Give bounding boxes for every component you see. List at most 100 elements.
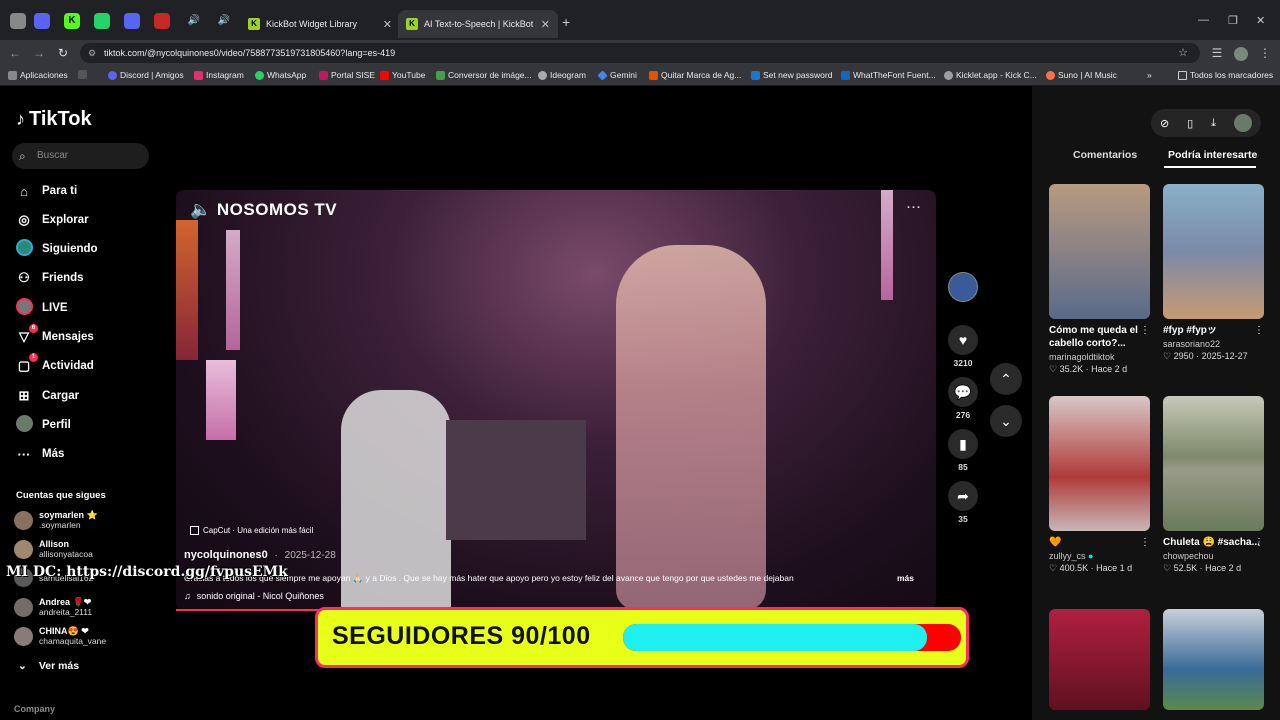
company-link[interactable]: Company bbox=[14, 704, 55, 714]
recommended-video-card[interactable]: 🧡 ⋮ zullyy_cs ● ♡ 400.5K · Hace 1 d bbox=[1049, 396, 1150, 574]
bookmark-gemini[interactable]: Gemini bbox=[597, 69, 637, 81]
following-account[interactable]: CHINA😍 ❤ chamaquita_vane bbox=[14, 626, 106, 646]
recommended-video-card[interactable] bbox=[1049, 609, 1150, 710]
video-sound[interactable]: ♫ sonido original - Nicol Quiñones bbox=[184, 591, 324, 601]
browser-menu-icon[interactable]: ⋮ bbox=[1256, 44, 1274, 62]
share-button[interactable]: ➦ 35 bbox=[947, 481, 979, 524]
pinned-tab-icon[interactable] bbox=[124, 13, 140, 29]
profile-avatar[interactable] bbox=[1232, 44, 1250, 62]
video-author[interactable]: nycolquinones0 · 2025-12-28 bbox=[184, 549, 336, 561]
card-more-icon[interactable]: ⋮ bbox=[1140, 536, 1150, 549]
like-button[interactable]: ♥ 3210 bbox=[947, 325, 979, 368]
bookmark-watermark[interactable]: Quitar Marca de Ag... bbox=[649, 70, 741, 80]
close-tab-icon[interactable]: ✕ bbox=[541, 18, 550, 31]
audio-tab-icon[interactable]: 🔊 bbox=[216, 13, 232, 29]
tab-comentarios[interactable]: Comentarios bbox=[1073, 149, 1137, 161]
audio-tab-icon[interactable]: 🔊 bbox=[186, 13, 202, 29]
reload-icon[interactable]: ↻ bbox=[54, 44, 72, 62]
compass-icon[interactable]: ⊘ bbox=[1160, 117, 1169, 130]
nav-item-cargar[interactable]: ⊞ Cargar bbox=[16, 386, 80, 406]
discord-pinned-icon[interactable] bbox=[34, 13, 50, 29]
card-user: marinagoldtiktok bbox=[1049, 352, 1115, 362]
user-avatar[interactable] bbox=[1233, 114, 1252, 132]
speaker-icon[interactable]: 🔈 bbox=[190, 200, 212, 219]
new-tab-button[interactable]: + bbox=[562, 14, 570, 30]
recommended-video-card[interactable] bbox=[1163, 609, 1264, 710]
nav-item-mas[interactable]: ··· Más bbox=[16, 444, 65, 464]
bookmark-whatthefont[interactable]: WhatTheFont Fuent... bbox=[841, 70, 936, 80]
close-window-button[interactable]: ✕ bbox=[1256, 14, 1265, 27]
bookmark-star-icon[interactable]: ☆ bbox=[1178, 43, 1188, 63]
bookmark-suno[interactable]: Suno | AI Music bbox=[1046, 70, 1117, 80]
following-account[interactable]: soymarlen ⭐ .soymarlen bbox=[14, 510, 98, 530]
card-meta: ♡ 400.5K · Hace 1 d bbox=[1049, 563, 1133, 573]
nav-item-friends[interactable]: ⚇ Friends bbox=[16, 268, 83, 288]
bookmark-discord[interactable]: Discord | Amigos bbox=[108, 70, 184, 80]
share-icon: ➦ bbox=[948, 481, 978, 511]
video-player[interactable] bbox=[176, 190, 936, 610]
bookmark-kicklet[interactable]: Kicklet.app - Kick C... bbox=[944, 70, 1037, 80]
bookmark-sise[interactable]: Portal SISE bbox=[319, 70, 375, 80]
nav-item-siguiendo[interactable]: Siguiendo bbox=[16, 239, 98, 259]
site-info-icon[interactable]: ⚙ bbox=[88, 43, 96, 63]
recommended-video-card[interactable]: Cómo me queda el cabello corto?... ⋮ mari… bbox=[1049, 184, 1150, 375]
all-bookmarks-folder[interactable]: Todos los marcadores bbox=[1178, 70, 1273, 80]
nav-item-live[interactable]: LIVE bbox=[16, 298, 68, 318]
kick-pinned-icon[interactable]: K bbox=[64, 13, 80, 29]
save-button[interactable]: ▮ 85 bbox=[947, 429, 979, 472]
nav-item-perfil[interactable]: Perfil bbox=[16, 415, 71, 435]
nav-item-explorar[interactable]: ◎ Explorar bbox=[16, 210, 88, 230]
follower-goal-widget: SEGUIDORES 90/100 bbox=[315, 607, 969, 668]
following-account[interactable]: Andrea 🌹❤ andreita_2111 bbox=[14, 597, 92, 617]
browser-tab-active[interactable]: K AI Text-to-Speech | KickBot ✕ bbox=[398, 10, 558, 38]
pinned-tab-icon[interactable] bbox=[10, 13, 26, 29]
bookmark-youtube[interactable]: YouTube bbox=[380, 70, 425, 80]
close-tab-icon[interactable]: ✕ bbox=[383, 18, 392, 31]
bookmark-instagram[interactable]: Instagram bbox=[194, 70, 244, 80]
url-input[interactable]: ⚙ tiktok.com/@nycolquinones0/video/75887… bbox=[80, 43, 1200, 63]
browser-tab[interactable]: K KickBot Widget Library ✕ bbox=[240, 10, 400, 38]
whatsapp-pinned-icon[interactable] bbox=[94, 13, 110, 29]
bookmarks-bar: Aplicaciones Discord | Amigos Instagram … bbox=[0, 66, 1280, 86]
bookmarks-more-button[interactable]: » bbox=[1147, 70, 1152, 80]
avatar bbox=[14, 539, 33, 559]
concierto-talento-logo bbox=[786, 550, 926, 590]
tab-podria-interesarte[interactable]: Podría interesarte bbox=[1168, 149, 1257, 161]
bookmark-ideogram[interactable]: Ideogram bbox=[538, 70, 586, 80]
bookmark-apps[interactable]: Aplicaciones bbox=[8, 70, 68, 80]
download-icon[interactable]: ⤓ bbox=[1211, 117, 1216, 130]
recommended-video-card[interactable]: #fyp #fypッ ⋮ sarasoriano22 ♡ 2950 · 2025-… bbox=[1163, 184, 1264, 362]
back-icon[interactable]: ← bbox=[6, 44, 24, 62]
nav-item-mensajes[interactable]: ▽ 6 Mensajes bbox=[16, 324, 94, 347]
bookmark-whatsapp[interactable]: WhatsApp bbox=[255, 70, 306, 80]
previous-video-button[interactable]: ⌃ bbox=[990, 363, 1022, 395]
avatar bbox=[14, 510, 33, 530]
creator-avatar[interactable] bbox=[947, 272, 979, 302]
top-action-icons: ⊘ ▯ ⤓ bbox=[1151, 109, 1261, 137]
capcut-tag[interactable]: CapCut · Una edición más fácil bbox=[190, 526, 313, 535]
forward-icon[interactable]: → bbox=[30, 44, 48, 62]
video-more-icon[interactable]: ··· bbox=[906, 198, 921, 215]
bookmark-grid[interactable] bbox=[78, 70, 87, 79]
restore-button[interactable]: ❐ bbox=[1228, 14, 1238, 27]
pinned-tab-icon[interactable] bbox=[154, 13, 170, 29]
recommended-video-card[interactable]: Chuleta 😩 #sacha... ⋮ chowpechou ♡ 52.5K … bbox=[1163, 396, 1264, 574]
next-video-button[interactable]: ⌄ bbox=[990, 405, 1022, 437]
live-avatar-icon bbox=[16, 298, 33, 318]
bookmark-password[interactable]: Set new password bbox=[751, 70, 832, 80]
more-link[interactable]: más bbox=[897, 573, 914, 583]
search-input[interactable]: ⌕ Buscar bbox=[12, 143, 149, 169]
card-more-icon[interactable]: ⋮ bbox=[1254, 324, 1264, 337]
card-more-icon[interactable]: ⋮ bbox=[1140, 324, 1150, 337]
see-more-button[interactable]: ⌄ Ver más bbox=[18, 660, 79, 672]
minimize-button[interactable]: — bbox=[1198, 14, 1209, 26]
phone-icon[interactable]: ▯ bbox=[1187, 117, 1193, 130]
following-account[interactable]: Allison allisonyatacoa bbox=[14, 539, 93, 559]
nav-item-para-ti[interactable]: ⌂ Para ti bbox=[16, 181, 77, 201]
bookmark-converter[interactable]: Conversor de imáge... bbox=[436, 70, 532, 80]
card-more-icon[interactable]: ⋮ bbox=[1254, 536, 1264, 549]
tiktok-logo[interactable]: ♪ TikTok bbox=[16, 108, 92, 131]
nav-item-actividad[interactable]: ▢ 1 Actividad bbox=[16, 353, 94, 376]
reading-list-icon[interactable]: ☰ bbox=[1208, 44, 1226, 62]
comment-button[interactable]: 💬 276 bbox=[947, 377, 979, 420]
